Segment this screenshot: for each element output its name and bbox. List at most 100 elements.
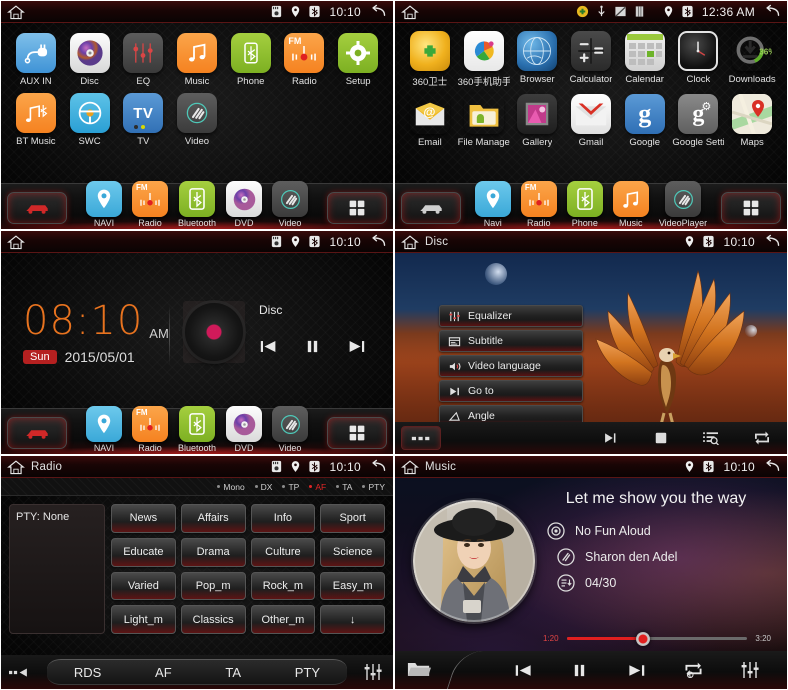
pty-button[interactable]: Drama [180, 537, 246, 567]
app-music[interactable]: Music [170, 33, 224, 87]
dock-item-dvd[interactable]: DVD [226, 406, 263, 453]
all-apps-button[interactable] [327, 192, 387, 224]
pty-button[interactable]: Educate [111, 537, 176, 567]
dock-item-bluetooth[interactable]: Bluetooth [178, 406, 216, 453]
pause-icon[interactable] [572, 663, 587, 678]
dock-item-videoplayer[interactable]: VideoPlayer [659, 181, 707, 228]
home-icon[interactable] [401, 4, 419, 20]
app-file-manager[interactable]: File Manager [457, 94, 511, 148]
dock-item-phone[interactable]: Phone [566, 181, 603, 228]
pty-button[interactable]: Science [320, 537, 385, 567]
app-setup[interactable]: Setup [331, 33, 385, 87]
back-icon[interactable] [369, 4, 387, 20]
menu-item-video-language[interactable]: Video language [439, 355, 583, 377]
car-mode-button[interactable] [401, 192, 461, 224]
radio-tab-rds[interactable]: RDS [74, 665, 101, 680]
radio-tab-pty[interactable]: PTY [295, 665, 320, 680]
menu-item-go-to[interactable]: Go to [439, 380, 583, 402]
back-icon[interactable] [763, 459, 781, 475]
pty-button[interactable]: Rock_m [250, 571, 316, 601]
more-options-button[interactable] [401, 426, 441, 450]
back-icon[interactable] [763, 234, 781, 250]
pause-icon[interactable] [305, 339, 320, 354]
dock-item-radio[interactable]: FM Radio [131, 181, 168, 228]
video-frame[interactable]: Equalizer Subtitle Video language Go to [395, 253, 787, 454]
app-calendar[interactable]: Calendar [618, 31, 672, 88]
radio-tab-ta[interactable]: TA [225, 665, 241, 680]
dock-item-dvd[interactable]: DVD [226, 181, 263, 228]
stop-icon[interactable] [636, 432, 687, 444]
menu-item-subtitle[interactable]: Subtitle [439, 330, 583, 352]
dock-item-radio[interactable]: FM Radio [520, 181, 557, 228]
menu-item-equalizer[interactable]: Equalizer [439, 305, 583, 327]
home-icon[interactable] [7, 4, 25, 20]
dock-item-radio[interactable]: FM Radio [131, 406, 168, 453]
radio-back-button[interactable] [9, 667, 35, 677]
home-icon[interactable] [401, 459, 419, 475]
next-track-icon[interactable] [625, 663, 646, 678]
app-gmail[interactable]: Gmail [564, 94, 618, 148]
pty-button[interactable]: Pop_m [180, 571, 246, 601]
pty-button-page-down[interactable]: ↓ [320, 605, 385, 634]
app-maps[interactable]: Maps [725, 94, 779, 148]
prev-track-icon[interactable] [514, 663, 535, 678]
app-aux-in[interactable]: AUX IN [9, 33, 63, 87]
album-art[interactable] [413, 500, 535, 622]
app-phone[interactable]: Phone [224, 33, 278, 87]
app-gallery[interactable]: Gallery [510, 94, 564, 148]
app-bt-music[interactable]: BT Music [9, 93, 63, 147]
dock-item-video[interactable]: Video [272, 181, 309, 228]
app-eq[interactable]: EQ [116, 33, 170, 87]
app-email[interactable]: @ Email [403, 94, 457, 148]
app-radio[interactable]: FM Radio [278, 33, 332, 87]
back-icon[interactable] [369, 234, 387, 250]
app-swc[interactable]: SWC [63, 93, 117, 147]
pty-button[interactable]: Easy_m [320, 571, 385, 601]
car-mode-button[interactable] [7, 192, 67, 224]
folder-button[interactable] [407, 659, 431, 678]
all-apps-button[interactable] [327, 417, 387, 449]
pty-button[interactable]: Light_m [111, 605, 176, 634]
app-360-assistant[interactable]: 360手机助手 [457, 31, 511, 88]
dock-item-navi[interactable]: NAVI [85, 181, 122, 228]
home-icon[interactable] [401, 234, 419, 250]
pty-button[interactable]: Varied [111, 571, 176, 601]
pty-button[interactable]: Other_m [250, 605, 316, 634]
home-icon[interactable] [7, 459, 25, 475]
back-icon[interactable] [369, 459, 387, 475]
car-mode-button[interactable] [7, 417, 67, 449]
dock-item-navi[interactable]: Navi [474, 181, 511, 228]
back-icon[interactable] [763, 4, 781, 20]
seek-bar[interactable] [566, 631, 748, 646]
dock-item-navi[interactable]: NAVI [85, 406, 122, 453]
app-google-settings[interactable]: g ⚙ Google Settings [672, 94, 726, 148]
repeat-icon[interactable] [737, 431, 788, 445]
app-clock[interactable]: Clock [672, 31, 726, 88]
pty-button[interactable]: Culture [250, 537, 316, 567]
prev-track-icon[interactable] [259, 339, 279, 354]
repeat-one-icon[interactable]: 1 [684, 662, 703, 679]
app-calculator[interactable]: Calculator [564, 31, 618, 88]
equalizer-icon[interactable] [740, 660, 760, 680]
pty-button[interactable]: Sport [320, 504, 385, 533]
app-browser[interactable]: Browser [510, 31, 564, 88]
all-apps-button[interactable] [721, 192, 781, 224]
radio-equalizer-button[interactable] [363, 662, 383, 682]
pty-button[interactable]: News [111, 504, 176, 533]
next-track-icon[interactable] [346, 339, 366, 354]
dock-item-video[interactable]: Video [272, 406, 309, 453]
radio-tab-af[interactable]: AF [155, 665, 172, 680]
pty-button[interactable]: Info [250, 504, 316, 533]
app-tv[interactable]: TV TV [116, 93, 170, 147]
pty-button[interactable]: Classics [180, 605, 246, 634]
app-360-guard[interactable]: 360卫士 [403, 31, 457, 88]
dock-item-music[interactable]: Music [612, 181, 649, 228]
vinyl-thumbnail[interactable] [183, 301, 245, 363]
dock-item-bluetooth[interactable]: Bluetooth [178, 181, 216, 228]
app-downloads[interactable]: 36% Downloads [725, 31, 779, 88]
seek-handle[interactable] [635, 631, 650, 646]
pty-button[interactable]: Affairs [180, 504, 246, 533]
home-icon[interactable] [7, 234, 25, 250]
app-video[interactable]: Video [170, 93, 224, 147]
app-google[interactable]: g Google [618, 94, 672, 148]
